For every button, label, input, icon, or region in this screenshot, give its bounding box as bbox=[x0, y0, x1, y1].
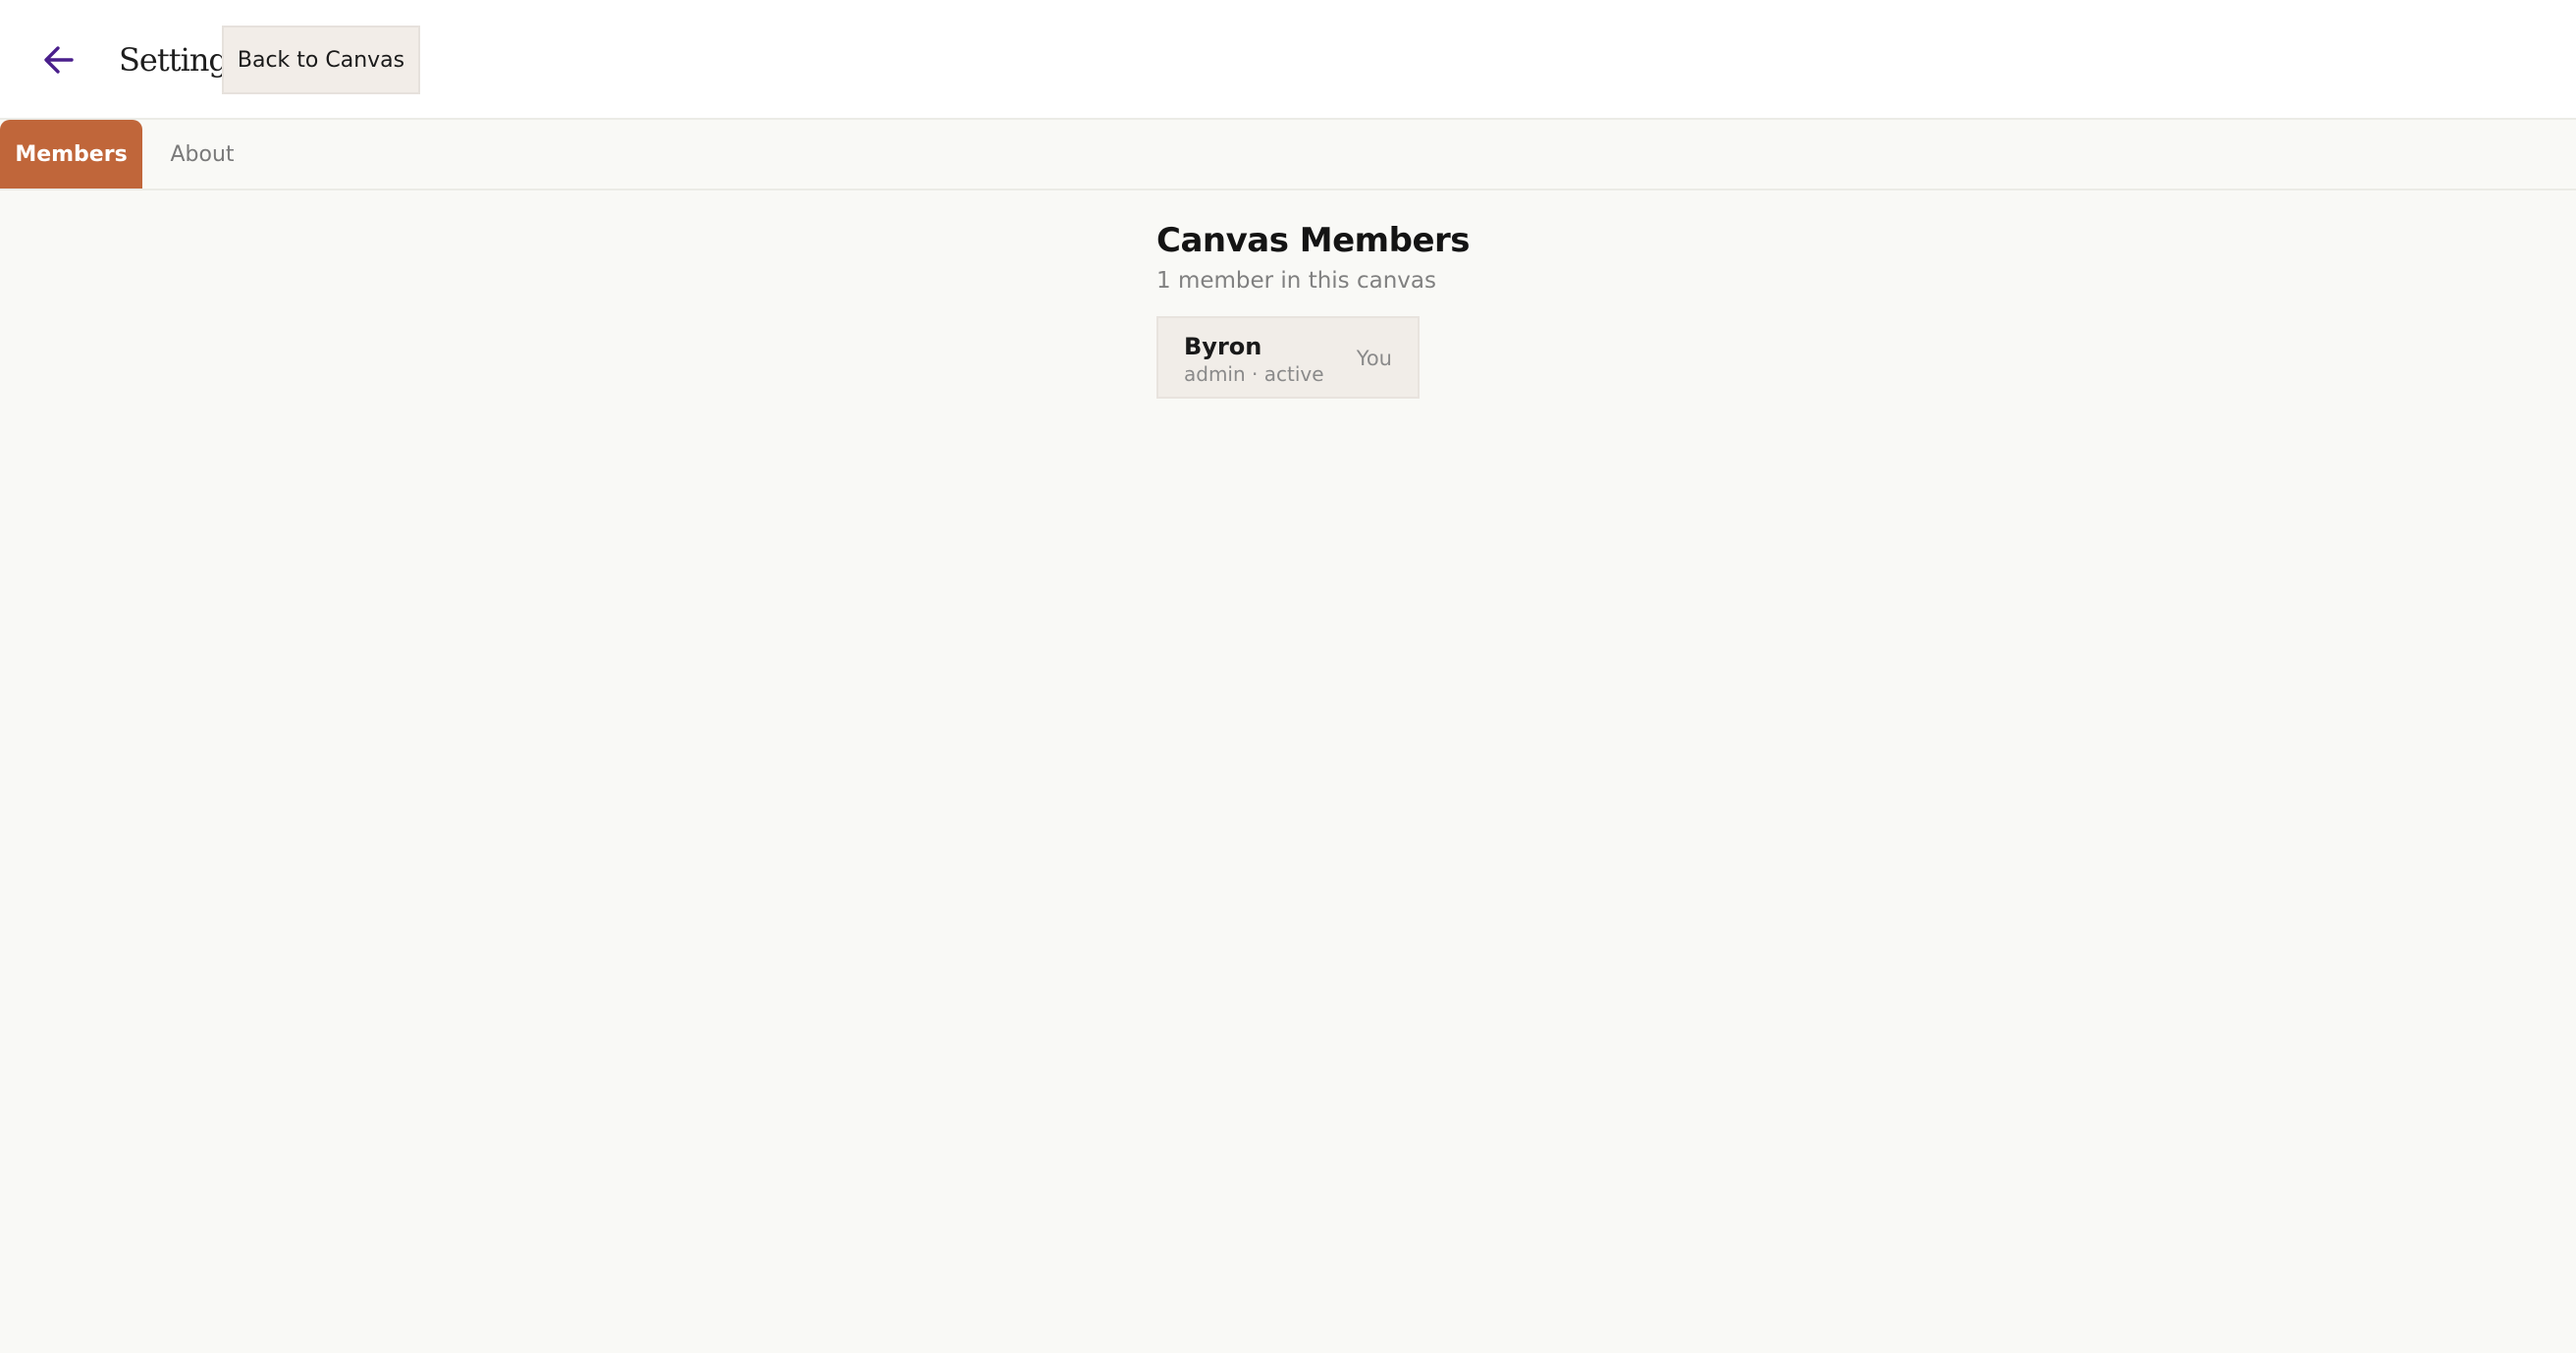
member-card[interactable]: Byron admin · active You bbox=[1156, 316, 1420, 399]
member-count: 1 member in this canvas bbox=[1156, 268, 1436, 294]
members-panel: Canvas Members 1 member in this canvas B… bbox=[1156, 216, 1471, 399]
tab-members[interactable]: Members bbox=[0, 120, 142, 189]
header-bar: Settings Back to Canvas bbox=[0, 0, 2576, 120]
section-title: Canvas Members bbox=[1156, 221, 1471, 260]
back-arrow-button[interactable] bbox=[39, 37, 79, 82]
arrow-left-icon bbox=[44, 46, 74, 74]
tab-bar: Members About bbox=[0, 120, 2576, 190]
member-role-status: admin · active bbox=[1184, 362, 1324, 386]
member-name: Byron bbox=[1184, 333, 1262, 360]
current-user-badge: You bbox=[1356, 347, 1392, 370]
tab-about[interactable]: About bbox=[157, 120, 247, 189]
back-to-canvas-button[interactable]: Back to Canvas bbox=[222, 26, 420, 94]
